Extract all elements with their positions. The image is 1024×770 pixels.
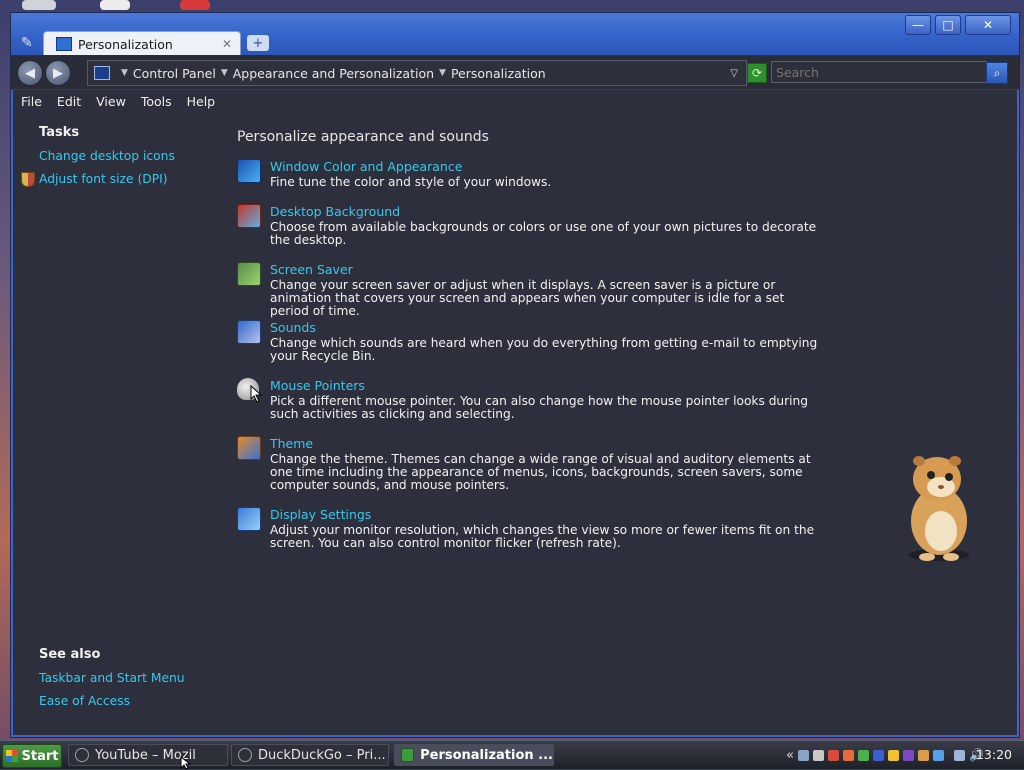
maximize-button[interactable]: □: [935, 15, 961, 35]
desktop-background-icon[interactable]: [237, 204, 261, 228]
task-label: DuckDuckGo – Pri...: [258, 747, 386, 763]
item-description: Change which sounds are heard when you d…: [270, 336, 818, 363]
display-settings-link[interactable]: Display Settings: [270, 507, 371, 522]
desktop-icon-app[interactable]: [100, 0, 130, 10]
mouse-pointers-link[interactable]: Mouse Pointers: [270, 378, 365, 393]
item-description: Pick a different mouse pointer. You can …: [270, 394, 809, 421]
explorer-window: ✎ — □ ✕ Personalization ✕ + ◀ ▶ ▼ Contro…: [10, 12, 1020, 738]
sounds-link[interactable]: Sounds: [270, 320, 316, 335]
hamster-gadget-icon[interactable]: [897, 449, 977, 565]
search-icon[interactable]: ⌕: [986, 62, 1008, 84]
item-description: Change your screen saver or adjust when …: [270, 278, 785, 318]
chevron-down-icon[interactable]: ▼: [121, 68, 128, 78]
bluetooth-icon[interactable]: [932, 749, 944, 761]
chevron-down-icon[interactable]: ▼: [221, 68, 228, 78]
breadcrumb-item-personalization[interactable]: Personalization: [451, 66, 546, 81]
title-bar[interactable]: ✎ — □ ✕ Personalization ✕ +: [11, 13, 1019, 56]
gadget-icon[interactable]: [917, 749, 929, 761]
breadcrumb-item-appearance[interactable]: Appearance and Personalization: [233, 66, 434, 81]
display-icon[interactable]: [953, 749, 965, 761]
messenger-icon[interactable]: [857, 749, 869, 761]
adjust-font-size-link[interactable]: Adjust font size (DPI): [39, 172, 168, 186]
window-color-icon[interactable]: [237, 159, 261, 183]
desktop-background-link[interactable]: Desktop Background: [270, 204, 400, 219]
printer-icon[interactable]: [812, 749, 824, 761]
navigation-bar: ◀ ▶ ▼ Control Panel ▼ Appearance and Per…: [11, 55, 1019, 90]
tasks-heading: Tasks: [39, 125, 80, 140]
screen-saver-link[interactable]: Screen Saver: [270, 262, 353, 277]
refresh-button[interactable]: ⟳: [747, 63, 767, 83]
taskbar-item-duckduckgo[interactable]: DuckDuckGo – Pri...: [231, 744, 389, 766]
address-history-dropdown-icon[interactable]: ▽: [730, 68, 738, 79]
page-title: Personalize appearance and sounds: [237, 129, 489, 145]
ease-of-access-link[interactable]: Ease of Access: [39, 694, 130, 708]
item-description: Adjust your monitor resolution, which ch…: [270, 523, 815, 550]
security-icon[interactable]: [827, 749, 839, 761]
chevron-down-icon[interactable]: ▼: [439, 68, 446, 78]
download-icon[interactable]: [872, 749, 884, 761]
item-description: Change the theme. Themes can change a wi…: [270, 452, 811, 492]
search-input[interactable]: [771, 61, 987, 83]
app-icon[interactable]: [902, 749, 914, 761]
task-label: Personalization ...: [420, 747, 553, 763]
show-hidden-icons-button[interactable]: «: [786, 748, 794, 763]
minimize-button[interactable]: —: [905, 15, 931, 35]
control-panel-icon: [94, 66, 110, 80]
firefox-icon: [75, 748, 89, 762]
breadcrumb[interactable]: ▼ Control Panel ▼ Appearance and Persona…: [87, 60, 747, 86]
tools-icon[interactable]: ✎: [21, 35, 33, 51]
media-icon[interactable]: [887, 749, 899, 761]
display-settings-icon[interactable]: [237, 507, 261, 531]
shield-icon: [21, 172, 35, 187]
taskbar-item-youtube[interactable]: YouTube – Mozil: [68, 744, 228, 766]
network-icon[interactable]: [797, 749, 809, 761]
task-sidebar: Tasks Change desktop icons Adjust font s…: [11, 113, 221, 737]
new-tab-button[interactable]: +: [247, 35, 269, 51]
system-tray: « 🔊: [786, 744, 984, 766]
tab-title: Personalization: [78, 36, 173, 52]
sounds-icon[interactable]: [237, 320, 261, 344]
back-button[interactable]: ◀: [17, 60, 43, 86]
start-label: Start: [21, 748, 59, 764]
control-panel-icon: [401, 748, 415, 762]
mouse-cursor-icon: [250, 385, 262, 403]
taskbar-item-personalization[interactable]: Personalization ...: [394, 744, 554, 766]
windows-logo-icon: [5, 750, 18, 762]
antivirus-icon[interactable]: [842, 749, 854, 761]
tab-personalization[interactable]: Personalization ✕: [43, 31, 241, 56]
forward-button[interactable]: ▶: [45, 60, 71, 86]
taskbar-start-menu-link[interactable]: Taskbar and Start Menu: [39, 671, 185, 685]
tab-close-icon[interactable]: ✕: [222, 37, 232, 51]
control-panel-icon: [56, 37, 72, 51]
item-description: Fine tune the color and style of your wi…: [270, 175, 552, 189]
menu-help[interactable]: Help: [187, 94, 216, 109]
clock[interactable]: 13:20: [976, 747, 1012, 762]
change-desktop-icons-link[interactable]: Change desktop icons: [39, 149, 175, 163]
menu-view[interactable]: View: [96, 94, 126, 109]
menu-tools[interactable]: Tools: [141, 94, 172, 109]
close-button[interactable]: ✕: [965, 15, 1011, 35]
see-also-heading: See also: [39, 647, 101, 662]
screen-saver-icon[interactable]: [237, 262, 261, 286]
start-button[interactable]: Start: [2, 744, 62, 768]
menu-file[interactable]: File: [21, 94, 42, 109]
item-description: Choose from available backgrounds or col…: [270, 220, 817, 247]
breadcrumb-item-control-panel[interactable]: Control Panel: [133, 66, 216, 81]
menu-bar: File Edit View Tools Help: [11, 90, 1019, 112]
firefox-icon: [238, 748, 252, 762]
theme-icon[interactable]: [237, 436, 261, 460]
window-color-link[interactable]: Window Color and Appearance: [270, 159, 462, 174]
desktop-icon-app-red[interactable]: [180, 0, 210, 10]
taskbar: Start YouTube – Mozil DuckDuckGo – Pri..…: [0, 740, 1024, 769]
desktop-icon-recycle-bin[interactable]: [22, 0, 56, 10]
theme-link[interactable]: Theme: [270, 436, 313, 451]
menu-edit[interactable]: Edit: [57, 94, 81, 109]
window-controls: — □ ✕: [905, 15, 1011, 35]
